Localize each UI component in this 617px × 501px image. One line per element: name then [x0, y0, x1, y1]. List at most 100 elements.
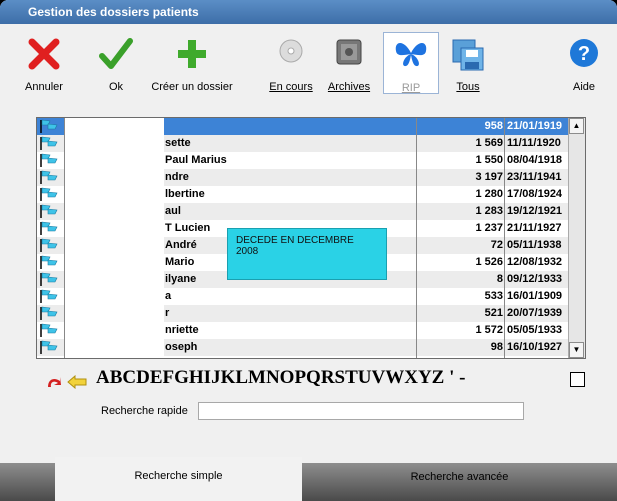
redacted-area [64, 135, 164, 152]
svg-text:?: ? [578, 43, 590, 65]
table-row[interactable]: 958 21/01/1919 [37, 118, 568, 135]
redacted-area [64, 152, 164, 169]
patient-name: T Lucien [165, 222, 211, 234]
file-number: 533 [484, 290, 503, 302]
checkmark-icon [99, 38, 133, 69]
file-number: 958 [484, 120, 503, 132]
create-file-button[interactable]: Créer un dossier [146, 32, 238, 94]
redacted-area [64, 305, 164, 322]
flag-icon [40, 204, 58, 218]
patient-name: nriette [165, 324, 199, 336]
table-row[interactable]: lbertine 1 280 17/08/1924 [37, 186, 568, 203]
patient-name: oseph [165, 341, 198, 353]
birth-date: 21/01/1919 [507, 120, 563, 132]
flag-icon [40, 187, 58, 201]
file-number: 98 [490, 341, 503, 353]
birth-date: 21/11/1927 [507, 222, 562, 234]
table-row[interactable]: ndre 3 197 23/11/1941 [37, 169, 568, 186]
patient-name: André [165, 239, 197, 251]
tab-recherche-simple[interactable]: Recherche simple [55, 457, 302, 501]
window-title: Gestion des dossiers patients [28, 5, 199, 19]
patient-name: a [165, 290, 172, 302]
flag-icon [40, 136, 58, 150]
birth-date: 08/04/1918 [507, 154, 563, 166]
safe-icon [336, 39, 362, 65]
archives-label: Archives [327, 81, 371, 93]
redacted-area [64, 288, 164, 305]
quick-search-input[interactable] [198, 402, 524, 420]
tab-recherche-avancee[interactable]: Recherche avancée [302, 466, 617, 496]
flag-icon [40, 323, 58, 337]
alphabet-filter[interactable]: ABCDEFGHIJKLMNOPQRSTUVWXYZ ' - [96, 367, 465, 389]
cd-icon [279, 39, 303, 63]
flag-icon [40, 289, 58, 303]
birth-date: 05/05/1933 [507, 324, 563, 336]
help-icon: ? [570, 39, 598, 67]
butterfly-icon [395, 43, 427, 67]
column-divider [64, 118, 65, 358]
file-number: 1 569 [475, 137, 503, 149]
flag-icon [40, 119, 58, 133]
patient-name: Mario [165, 256, 195, 268]
patient-name: aul [165, 205, 181, 217]
help-button[interactable]: ? Aide [560, 32, 608, 94]
column-divider [504, 118, 505, 358]
scroll-down-button[interactable]: ▼ [569, 342, 584, 358]
flag-icon [40, 255, 58, 269]
file-number: 1 237 [475, 222, 503, 234]
redacted-area [64, 271, 164, 288]
flag-icon [40, 272, 58, 286]
vertical-scrollbar[interactable]: ▲ ▼ [568, 118, 585, 358]
space-filter-box[interactable] [570, 372, 585, 387]
file-number: 3 197 [475, 171, 503, 183]
redacted-area [64, 339, 164, 356]
redacted-area [64, 118, 164, 135]
table-row[interactable]: nriette 1 572 05/05/1933 [37, 322, 568, 339]
floppy-disks-icon [452, 39, 484, 71]
redacted-area [64, 186, 164, 203]
table-row[interactable]: a 533 16/01/1909 [37, 288, 568, 305]
archives-button[interactable]: Archives [322, 32, 376, 94]
patient-name: Paul Marius [165, 154, 227, 166]
birth-date: 20/07/1939 [507, 307, 563, 319]
table-row[interactable]: oseph 98 16/10/1927 [37, 339, 568, 356]
file-number: 1 280 [475, 188, 503, 200]
file-number: 1 550 [475, 154, 503, 166]
table-row[interactable]: sette 1 569 11/11/1920 [37, 135, 568, 152]
tous-label: Tous [456, 81, 480, 93]
patient-files-window: Gestion des dossiers patients Annuler Ok… [0, 0, 617, 501]
help-label: Aide [572, 81, 596, 93]
table-row[interactable]: Paul Marius 1 550 08/04/1918 [37, 152, 568, 169]
file-number: 72 [490, 239, 503, 251]
cancel-label: Annuler [25, 81, 63, 93]
en-cours-label: En cours [269, 81, 313, 93]
rip-button[interactable]: RIP [383, 32, 439, 94]
redacted-area [64, 220, 164, 237]
redacted-area [64, 322, 164, 339]
tous-button[interactable]: Tous [440, 32, 496, 94]
birth-date: 09/12/1933 [507, 273, 563, 285]
birth-date: 12/08/1932 [507, 256, 563, 268]
back-arrow-icon[interactable] [46, 375, 62, 389]
en-cours-button[interactable]: En cours [266, 32, 316, 94]
patient-name: r [165, 307, 170, 319]
flag-icon [40, 153, 58, 167]
title-bar: Gestion des dossiers patients [0, 0, 617, 24]
quick-search-label: Recherche rapide [101, 405, 188, 417]
redacted-area [64, 237, 164, 254]
rip-label: RIP [401, 82, 421, 94]
scroll-up-button[interactable]: ▲ [569, 118, 584, 134]
birth-date: 16/10/1927 [507, 341, 563, 353]
flag-icon [40, 221, 58, 235]
ok-label: Ok [108, 81, 124, 93]
table-row[interactable]: aul 1 283 19/12/1921 [37, 203, 568, 220]
file-number: 1 572 [475, 324, 503, 336]
cancel-button[interactable]: Annuler [20, 32, 68, 94]
patient-name: ndre [165, 171, 189, 183]
ok-button[interactable]: Ok [92, 32, 140, 94]
file-number: 1 526 [475, 256, 503, 268]
table-row[interactable]: r 521 20/07/1939 [37, 305, 568, 322]
birth-date: 05/11/1938 [507, 239, 562, 251]
left-arrow-icon[interactable] [67, 375, 87, 389]
flag-icon [40, 306, 58, 320]
